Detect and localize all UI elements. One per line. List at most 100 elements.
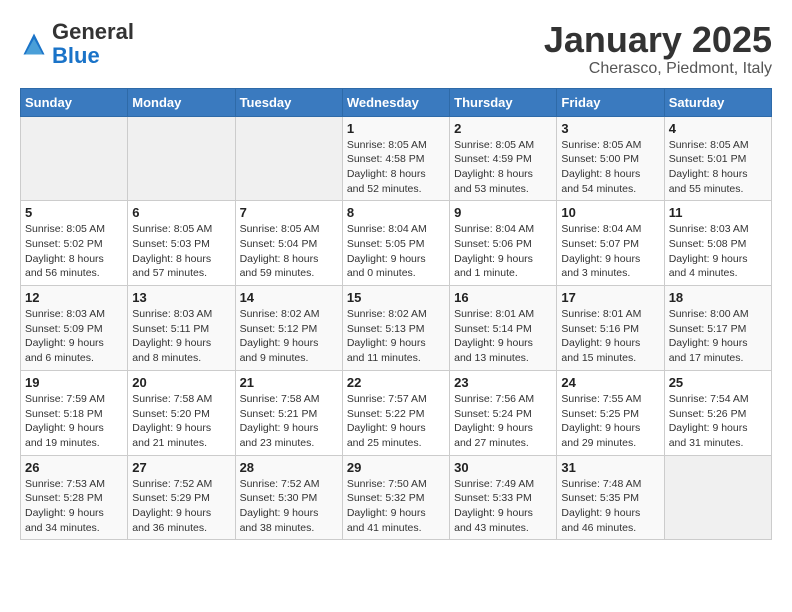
day-info: Sunrise: 8:05 AMSunset: 4:58 PMDaylight:…: [347, 138, 445, 197]
day-cell: 27 Sunrise: 7:52 AMSunset: 5:29 PMDayligh…: [128, 455, 235, 540]
day-number: 26: [25, 460, 123, 475]
day-info: Sunrise: 8:02 AMSunset: 5:13 PMDaylight:…: [347, 307, 445, 366]
day-cell: 13 Sunrise: 8:03 AMSunset: 5:11 PMDayligh…: [128, 286, 235, 371]
day-number: 27: [132, 460, 230, 475]
day-info: Sunrise: 8:03 AMSunset: 5:08 PMDaylight:…: [669, 222, 767, 281]
day-number: 28: [240, 460, 338, 475]
day-info: Sunrise: 8:04 AMSunset: 5:06 PMDaylight:…: [454, 222, 552, 281]
day-cell: 26 Sunrise: 7:53 AMSunset: 5:28 PMDayligh…: [21, 455, 128, 540]
day-number: 22: [347, 375, 445, 390]
day-cell: 25Sunrise: 7:54 AMSunset: 5:26 PMDayligh…: [664, 370, 771, 455]
day-cell: 17 Sunrise: 8:01 AMSunset: 5:16 PMDayligh…: [557, 286, 664, 371]
day-info: Sunrise: 7:58 AMSunset: 5:20 PMDaylight:…: [132, 392, 230, 451]
day-cell: 14 Sunrise: 8:02 AMSunset: 5:12 PMDayligh…: [235, 286, 342, 371]
day-info: Sunrise: 7:56 AMSunset: 5:24 PMDaylight:…: [454, 392, 552, 451]
day-number: 11: [669, 205, 767, 220]
day-number: 29: [347, 460, 445, 475]
day-cell: 30 Sunrise: 7:49 AMSunset: 5:33 PMDayligh…: [450, 455, 557, 540]
day-cell: 15 Sunrise: 8:02 AMSunset: 5:13 PMDayligh…: [342, 286, 449, 371]
day-number: 5: [25, 205, 123, 220]
title-block: January 2025 Cherasco, Piedmont, Italy: [544, 20, 772, 78]
day-cell: 5 Sunrise: 8:05 AMSunset: 5:02 PMDaylight…: [21, 201, 128, 286]
day-cell: 6Sunrise: 8:05 AMSunset: 5:03 PMDaylight…: [128, 201, 235, 286]
weekday-header-sunday: Sunday: [21, 88, 128, 116]
day-info: Sunrise: 7:55 AMSunset: 5:25 PMDaylight:…: [561, 392, 659, 451]
day-info: Sunrise: 8:02 AMSunset: 5:12 PMDaylight:…: [240, 307, 338, 366]
day-number: 2: [454, 121, 552, 136]
day-info: Sunrise: 7:48 AMSunset: 5:35 PMDaylight:…: [561, 477, 659, 536]
day-info: Sunrise: 7:49 AMSunset: 5:33 PMDaylight:…: [454, 477, 552, 536]
weekday-header-friday: Friday: [557, 88, 664, 116]
day-cell: [235, 116, 342, 201]
day-info: Sunrise: 8:05 AMSunset: 5:02 PMDaylight:…: [25, 222, 123, 281]
day-info: Sunrise: 7:58 AMSunset: 5:21 PMDaylight:…: [240, 392, 338, 451]
logo-text: General Blue: [52, 20, 134, 68]
calendar-table: SundayMondayTuesdayWednesdayThursdayFrid…: [20, 88, 772, 541]
day-number: 9: [454, 205, 552, 220]
day-cell: 8Sunrise: 8:04 AMSunset: 5:05 PMDaylight…: [342, 201, 449, 286]
day-cell: 23Sunrise: 7:56 AMSunset: 5:24 PMDayligh…: [450, 370, 557, 455]
week-row-3: 12 Sunrise: 8:03 AMSunset: 5:09 PMDayligh…: [21, 286, 772, 371]
day-number: 13: [132, 290, 230, 305]
day-info: Sunrise: 8:00 AMSunset: 5:17 PMDaylight:…: [669, 307, 767, 366]
day-info: Sunrise: 7:53 AMSunset: 5:28 PMDaylight:…: [25, 477, 123, 536]
day-cell: 10Sunrise: 8:04 AMSunset: 5:07 PMDayligh…: [557, 201, 664, 286]
day-cell: 19 Sunrise: 7:59 AMSunset: 5:18 PMDayligh…: [21, 370, 128, 455]
week-row-5: 26 Sunrise: 7:53 AMSunset: 5:28 PMDayligh…: [21, 455, 772, 540]
day-number: 12: [25, 290, 123, 305]
day-cell: 21 Sunrise: 7:58 AMSunset: 5:21 PMDayligh…: [235, 370, 342, 455]
day-number: 15: [347, 290, 445, 305]
day-cell: 22 Sunrise: 7:57 AMSunset: 5:22 PMDayligh…: [342, 370, 449, 455]
day-number: 1: [347, 121, 445, 136]
logo-general: General: [52, 19, 134, 44]
day-info: Sunrise: 7:52 AMSunset: 5:30 PMDaylight:…: [240, 477, 338, 536]
day-cell: [128, 116, 235, 201]
week-row-4: 19 Sunrise: 7:59 AMSunset: 5:18 PMDayligh…: [21, 370, 772, 455]
day-cell: 3 Sunrise: 8:05 AMSunset: 5:00 PMDaylight…: [557, 116, 664, 201]
day-number: 20: [132, 375, 230, 390]
day-info: Sunrise: 8:04 AMSunset: 5:05 PMDaylight:…: [347, 222, 445, 281]
weekday-header-wednesday: Wednesday: [342, 88, 449, 116]
day-cell: 28 Sunrise: 7:52 AMSunset: 5:30 PMDayligh…: [235, 455, 342, 540]
day-info: Sunrise: 8:03 AMSunset: 5:11 PMDaylight:…: [132, 307, 230, 366]
day-number: 10: [561, 205, 659, 220]
day-number: 19: [25, 375, 123, 390]
day-info: Sunrise: 7:57 AMSunset: 5:22 PMDaylight:…: [347, 392, 445, 451]
day-info: Sunrise: 8:05 AMSunset: 5:00 PMDaylight:…: [561, 138, 659, 197]
day-number: 31: [561, 460, 659, 475]
day-number: 14: [240, 290, 338, 305]
day-info: Sunrise: 8:03 AMSunset: 5:09 PMDaylight:…: [25, 307, 123, 366]
day-cell: 20 Sunrise: 7:58 AMSunset: 5:20 PMDayligh…: [128, 370, 235, 455]
day-cell: 29 Sunrise: 7:50 AMSunset: 5:32 PMDayligh…: [342, 455, 449, 540]
day-cell: 2 Sunrise: 8:05 AMSunset: 4:59 PMDaylight…: [450, 116, 557, 201]
day-number: 6: [132, 205, 230, 220]
day-info: Sunrise: 7:52 AMSunset: 5:29 PMDaylight:…: [132, 477, 230, 536]
day-cell: 4Sunrise: 8:05 AMSunset: 5:01 PMDaylight…: [664, 116, 771, 201]
week-row-1: 1 Sunrise: 8:05 AMSunset: 4:58 PMDaylight…: [21, 116, 772, 201]
calendar-title: January 2025: [544, 20, 772, 60]
day-info: Sunrise: 7:59 AMSunset: 5:18 PMDaylight:…: [25, 392, 123, 451]
logo-icon: [20, 30, 48, 58]
day-info: Sunrise: 7:50 AMSunset: 5:32 PMDaylight:…: [347, 477, 445, 536]
day-info: Sunrise: 8:01 AMSunset: 5:16 PMDaylight:…: [561, 307, 659, 366]
day-number: 17: [561, 290, 659, 305]
day-number: 30: [454, 460, 552, 475]
day-cell: 9 Sunrise: 8:04 AMSunset: 5:06 PMDaylight…: [450, 201, 557, 286]
day-number: 16: [454, 290, 552, 305]
day-cell: 12 Sunrise: 8:03 AMSunset: 5:09 PMDayligh…: [21, 286, 128, 371]
day-cell: [664, 455, 771, 540]
weekday-header-row: SundayMondayTuesdayWednesdayThursdayFrid…: [21, 88, 772, 116]
day-info: Sunrise: 8:05 AMSunset: 4:59 PMDaylight:…: [454, 138, 552, 197]
day-info: Sunrise: 8:05 AMSunset: 5:01 PMDaylight:…: [669, 138, 767, 197]
weekday-header-thursday: Thursday: [450, 88, 557, 116]
day-number: 18: [669, 290, 767, 305]
day-number: 21: [240, 375, 338, 390]
day-info: Sunrise: 8:01 AMSunset: 5:14 PMDaylight:…: [454, 307, 552, 366]
day-info: Sunrise: 8:05 AMSunset: 5:04 PMDaylight:…: [240, 222, 338, 281]
day-number: 24: [561, 375, 659, 390]
day-number: 7: [240, 205, 338, 220]
day-cell: 7 Sunrise: 8:05 AMSunset: 5:04 PMDaylight…: [235, 201, 342, 286]
day-cell: [21, 116, 128, 201]
day-number: 3: [561, 121, 659, 136]
header: General Blue January 2025 Cherasco, Pied…: [20, 20, 772, 78]
